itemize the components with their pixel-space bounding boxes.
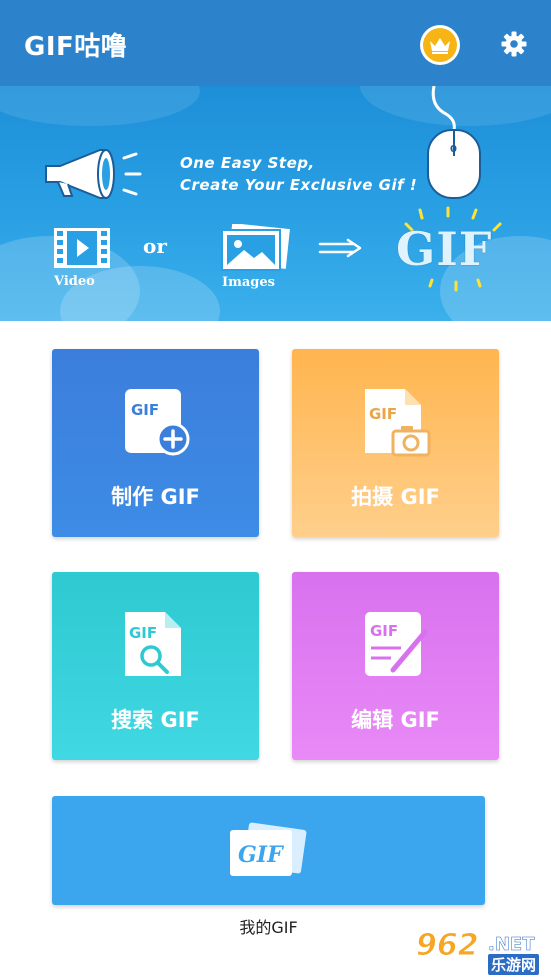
megaphone-icon bbox=[45, 149, 142, 199]
svg-text:GIF: GIF bbox=[370, 622, 398, 640]
gif-stack-icon: GIF bbox=[230, 822, 307, 876]
site-watermark: 962 .NET 乐游网 bbox=[416, 928, 548, 976]
settings-button[interactable] bbox=[498, 28, 530, 60]
vip-button[interactable] bbox=[420, 25, 460, 65]
banner-slogan: One Easy Step, Create Your Exclusive Gif… bbox=[180, 152, 417, 196]
crown-icon bbox=[423, 28, 457, 62]
slogan-line-1: One Easy Step, bbox=[180, 154, 315, 172]
or-text: or bbox=[143, 234, 167, 258]
video-label: Video bbox=[54, 274, 95, 289]
gear-icon bbox=[501, 31, 527, 57]
watermark-cn: 乐游网 bbox=[488, 954, 540, 975]
video-film-icon bbox=[54, 228, 110, 268]
make-gif-card[interactable]: GIF 制作 GIF bbox=[52, 349, 259, 537]
slogan-line-2: Create Your Exclusive Gif ! bbox=[180, 176, 418, 194]
search-gif-card[interactable]: GIF 搜索 GIF bbox=[52, 572, 259, 760]
svg-text:GIF: GIF bbox=[129, 624, 157, 642]
gif-camera-icon: GIF bbox=[364, 389, 430, 457]
gif-edit-icon: GIF bbox=[364, 612, 427, 676]
app-title: GIF咕噜 bbox=[24, 32, 128, 62]
banner-gif-text: GIF bbox=[396, 222, 493, 276]
images-label: Images bbox=[222, 275, 275, 290]
images-icon bbox=[221, 224, 290, 271]
search-gif-label: 搜索 GIF bbox=[111, 708, 200, 732]
svg-text:0: 0 bbox=[450, 144, 457, 155]
svg-text:GIF: GIF bbox=[369, 405, 397, 423]
my-gif-icon-text: GIF bbox=[238, 842, 284, 868]
watermark-suffix: .NET bbox=[488, 934, 535, 956]
watermark-number: 962 bbox=[416, 928, 480, 964]
promo-banner[interactable]: One Easy Step, Create Your Exclusive Gif… bbox=[0, 86, 551, 321]
svg-text:GIF: GIF bbox=[131, 401, 159, 419]
my-gif-button[interactable]: GIF bbox=[52, 796, 485, 905]
edit-gif-card[interactable]: GIF 编辑 GIF bbox=[292, 572, 499, 760]
arrow-right-icon bbox=[318, 238, 362, 258]
app-bar: GIF咕噜 bbox=[0, 0, 551, 86]
edit-gif-label: 编辑 GIF bbox=[351, 708, 440, 732]
gif-add-icon: GIF bbox=[124, 389, 189, 456]
mouse-icon: 0 bbox=[427, 86, 481, 199]
gif-search-icon: GIF bbox=[124, 612, 181, 676]
make-gif-label: 制作 GIF bbox=[111, 485, 200, 509]
shoot-gif-label: 拍摄 GIF bbox=[351, 485, 440, 509]
shoot-gif-card[interactable]: GIF 拍摄 GIF bbox=[292, 349, 499, 537]
